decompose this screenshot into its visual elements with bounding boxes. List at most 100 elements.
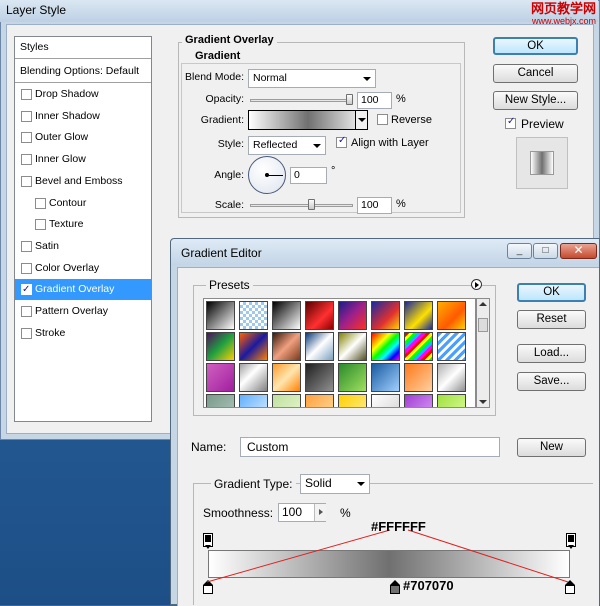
style-item-checkbox[interactable] — [21, 241, 32, 252]
angle-input[interactable]: 0 — [290, 167, 327, 184]
preset-swatch[interactable] — [239, 301, 268, 330]
style-item[interactable]: Inner Glow — [15, 149, 151, 170]
preset-swatch[interactable] — [239, 332, 268, 361]
smoothness-stepper[interactable] — [314, 504, 326, 521]
style-item-checkbox[interactable] — [21, 279, 32, 300]
angle-dial[interactable] — [248, 156, 286, 194]
preset-swatch[interactable] — [404, 301, 433, 330]
preview-checkbox[interactable] — [505, 116, 516, 129]
color-stop-middle[interactable] — [390, 580, 400, 594]
opacity-input[interactable]: 100 — [357, 92, 392, 109]
style-item-checkbox[interactable] — [35, 198, 46, 209]
gradient-picker-dropdown[interactable] — [355, 110, 368, 130]
preset-swatch[interactable] — [272, 363, 301, 392]
preset-swatch[interactable] — [272, 332, 301, 361]
style-item-checkbox[interactable] — [21, 89, 32, 100]
preset-swatch[interactable] — [239, 363, 268, 392]
gradient-type-select[interactable]: Solid — [300, 474, 370, 494]
load-button[interactable]: Load... — [517, 344, 586, 363]
preset-swatch[interactable] — [206, 301, 235, 330]
style-item-checkbox[interactable] — [21, 306, 32, 317]
style-item[interactable]: Outer Glow — [15, 127, 151, 148]
gradient-preview-bar[interactable] — [208, 550, 570, 578]
preset-swatch[interactable] — [272, 394, 301, 407]
scale-input[interactable]: 100 — [357, 197, 392, 214]
style-select[interactable]: Reflected — [248, 136, 326, 155]
preset-swatch[interactable] — [437, 301, 466, 330]
reset-button[interactable]: Reset — [517, 310, 586, 329]
scale-slider-thumb[interactable] — [308, 199, 315, 210]
gradient-ok-button[interactable]: OK — [517, 283, 586, 302]
layer-style-titlebar[interactable] — [0, 0, 598, 22]
new-style-button[interactable]: New Style... — [493, 91, 578, 110]
style-item[interactable]: Texture — [15, 214, 151, 235]
preset-swatch[interactable] — [305, 332, 334, 361]
scroll-down-icon[interactable] — [479, 400, 487, 404]
new-button[interactable]: New — [517, 438, 586, 457]
preset-swatch[interactable] — [206, 363, 235, 392]
presets-scrollbar[interactable] — [476, 298, 490, 408]
preset-swatch[interactable] — [305, 363, 334, 392]
preset-swatch[interactable] — [371, 394, 400, 407]
minimize-button[interactable]: _ — [507, 243, 532, 259]
name-input[interactable]: Custom — [240, 437, 500, 457]
preset-swatch[interactable] — [437, 394, 466, 407]
preset-swatch[interactable] — [206, 332, 235, 361]
color-stop-right[interactable] — [565, 580, 575, 594]
scroll-thumb[interactable] — [478, 318, 488, 332]
preset-swatch[interactable] — [404, 332, 433, 361]
close-button[interactable]: ✕ — [560, 243, 597, 259]
preset-swatch[interactable] — [371, 363, 400, 392]
preset-swatch[interactable] — [371, 332, 400, 361]
preset-swatch[interactable] — [206, 394, 235, 407]
style-item[interactable]: Pattern Overlay — [15, 301, 151, 322]
style-item-checkbox[interactable] — [21, 328, 32, 339]
opacity-slider-thumb[interactable] — [346, 94, 353, 105]
maximize-button[interactable]: □ — [533, 243, 558, 259]
scale-slider-track[interactable] — [250, 204, 353, 207]
save-button[interactable]: Save... — [517, 372, 586, 391]
cancel-button[interactable]: Cancel — [493, 64, 578, 83]
opacity-stop-left[interactable] — [203, 533, 213, 549]
style-item[interactable]: Gradient Overlay — [15, 279, 151, 300]
style-item[interactable]: Inner Shadow — [15, 106, 151, 127]
align-with-layer-checkbox[interactable] — [336, 135, 347, 148]
blending-options-item[interactable]: Blending Options: Default — [15, 61, 151, 83]
color-stop-left[interactable] — [203, 580, 213, 594]
opacity-slider-track[interactable] — [250, 99, 353, 102]
style-item-checkbox[interactable] — [21, 154, 32, 165]
style-item[interactable]: Stroke — [15, 323, 151, 344]
styles-header[interactable]: Styles — [15, 37, 151, 59]
ok-button[interactable]: OK — [493, 37, 578, 55]
preset-swatch[interactable] — [305, 301, 334, 330]
preset-swatch[interactable] — [437, 363, 466, 392]
gradient-picker-swatch[interactable] — [248, 110, 368, 130]
presets-menu-button[interactable] — [471, 279, 482, 290]
preset-swatch[interactable] — [338, 394, 367, 407]
preset-swatch[interactable] — [272, 301, 301, 330]
style-item[interactable]: Satin — [15, 236, 151, 257]
smoothness-input[interactable]: 100 — [278, 503, 326, 522]
style-item-checkbox[interactable] — [35, 219, 46, 230]
opacity-stop-right[interactable] — [566, 533, 576, 549]
preset-swatch[interactable] — [338, 332, 367, 361]
style-item-checkbox[interactable] — [21, 132, 32, 143]
style-item-checkbox[interactable] — [21, 111, 32, 122]
style-item[interactable]: Color Overlay — [15, 258, 151, 279]
style-item-checkbox[interactable] — [21, 176, 32, 187]
blend-mode-select[interactable]: Normal — [248, 69, 376, 88]
preset-swatch[interactable] — [239, 394, 268, 407]
preset-swatch[interactable] — [404, 363, 433, 392]
style-item[interactable]: Contour — [15, 193, 151, 214]
style-item[interactable]: Drop Shadow — [15, 84, 151, 105]
style-item[interactable]: Bevel and Emboss — [15, 171, 151, 192]
preset-swatch[interactable] — [371, 301, 400, 330]
scroll-up-icon[interactable] — [479, 302, 487, 306]
style-item-checkbox[interactable] — [21, 263, 32, 274]
preset-swatch[interactable] — [437, 332, 466, 361]
preset-swatch[interactable] — [404, 394, 433, 407]
preset-swatch[interactable] — [338, 363, 367, 392]
preset-swatch[interactable] — [305, 394, 334, 407]
preset-swatch[interactable] — [338, 301, 367, 330]
reverse-checkbox[interactable] — [377, 114, 388, 125]
